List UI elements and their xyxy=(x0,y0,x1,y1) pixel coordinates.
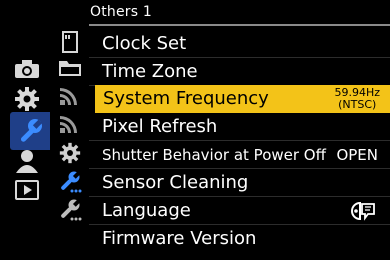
menu-item-language[interactable]: Language xyxy=(89,197,390,225)
menu-item-shutter-behavior[interactable]: Shutter Behavior at Power Off OPEN xyxy=(89,141,390,169)
menu-item-label: Time Zone xyxy=(102,61,198,82)
menu-item-label: System Frequency xyxy=(103,88,269,109)
frequency-value-line2: (NTSC) xyxy=(338,98,377,111)
gear-icon[interactable] xyxy=(6,84,48,114)
menu-item-system-frequency[interactable]: System Frequency 59.94Hz (NTSC) xyxy=(95,85,390,113)
page-title: Others 1 xyxy=(90,4,153,20)
menu-item-label: Pixel Refresh xyxy=(102,116,218,137)
system-frequency-value: 59.94Hz (NTSC) xyxy=(334,87,380,111)
camera-menu-screen: Others 1 Clock Set Time Zone System Freq… xyxy=(0,0,390,260)
folder-icon[interactable] xyxy=(52,54,88,81)
wrench-icon[interactable] xyxy=(10,112,50,150)
wrench-dotted-icon[interactable] xyxy=(52,196,88,223)
menu-item-label: Sensor Cleaning xyxy=(102,172,249,193)
menu-item-clock-set[interactable]: Clock Set xyxy=(89,30,390,58)
menu-item-time-zone[interactable]: Time Zone xyxy=(89,58,390,86)
wireless-icon[interactable] xyxy=(52,82,88,109)
sub-page-tab-column xyxy=(52,28,88,254)
playback-icon[interactable] xyxy=(6,175,48,205)
menu-item-sensor-cleaning[interactable]: Sensor Cleaning xyxy=(89,169,390,197)
menu-item-firmware-version[interactable]: Firmware Version xyxy=(89,225,390,253)
menu-item-label: Clock Set xyxy=(102,33,187,54)
menu-item-label: Language xyxy=(102,200,191,221)
menu-item-pixel-refresh[interactable]: Pixel Refresh xyxy=(89,113,390,141)
camera-photo-icon[interactable] xyxy=(6,54,48,84)
title-divider xyxy=(89,24,390,26)
person-icon[interactable] xyxy=(6,146,48,176)
menu-item-label: Firmware Version xyxy=(102,228,257,249)
wrench-dotted-icon[interactable] xyxy=(52,168,88,195)
gear-icon[interactable] xyxy=(52,139,88,166)
menu-item-label: Shutter Behavior at Power Off xyxy=(102,146,326,164)
shutter-behavior-value: OPEN xyxy=(336,146,378,164)
wireless-icon[interactable] xyxy=(52,110,88,137)
card-icon[interactable] xyxy=(52,28,88,55)
